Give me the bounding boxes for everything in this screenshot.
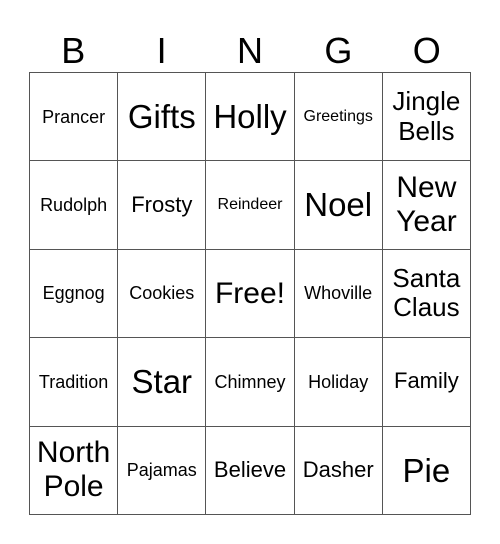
bingo-cell[interactable]: Dasher (294, 426, 383, 515)
cell-label: Jingle Bells (392, 86, 461, 146)
cell-label: North Pole (36, 436, 111, 504)
cell-label: Rudolph (40, 194, 108, 215)
bingo-cell[interactable]: Rudolph (30, 161, 119, 250)
cell-label: Pie (402, 451, 451, 489)
free-space-cell[interactable]: Free! (206, 249, 295, 339)
cell-label: Chimney (214, 371, 286, 392)
bingo-cell[interactable]: New Year (382, 161, 471, 250)
bingo-header: B I N G O (29, 30, 471, 72)
bingo-cell[interactable]: Reindeer (206, 161, 295, 250)
cell-label: Believe (213, 456, 287, 482)
bingo-cell[interactable]: Whoville (294, 249, 383, 339)
bingo-cell[interactable]: Jingle Bells (382, 73, 471, 162)
header-letter-o: O (412, 30, 441, 71)
bingo-cell[interactable]: Cookies (118, 249, 207, 339)
cell-label: Santa Claus (392, 263, 461, 323)
cell-label: Reindeer (217, 196, 283, 214)
cell-label: New Year (396, 171, 457, 239)
header-letter-b: B (61, 30, 86, 71)
bingo-cell[interactable]: Pajamas (118, 426, 207, 515)
bingo-cell[interactable]: Tradition (30, 338, 119, 427)
cell-label: Holly (213, 98, 287, 136)
bingo-cell[interactable]: Santa Claus (382, 249, 471, 339)
cell-label: Dasher (302, 456, 374, 482)
cell-label: Gifts (127, 98, 196, 136)
bingo-cell[interactable]: Star (118, 338, 207, 427)
cell-label: Pajamas (126, 460, 197, 481)
bingo-cell[interactable]: Greetings (294, 73, 383, 162)
cell-label: Free! (214, 276, 285, 310)
cell-label: Prancer (42, 106, 106, 127)
cell-label: Greetings (303, 107, 373, 125)
cell-label: Frosty (131, 191, 193, 217)
bingo-cell[interactable]: Holiday (294, 338, 383, 427)
bingo-cell[interactable]: Chimney (206, 338, 295, 427)
bingo-cell[interactable]: Holly (206, 73, 295, 162)
header-letter-g: G (324, 30, 353, 71)
bingo-cell[interactable]: Frosty (118, 161, 207, 250)
bingo-cell[interactable]: North Pole (30, 426, 119, 515)
bingo-cell[interactable]: Gifts (118, 73, 207, 162)
cell-label: Family (394, 368, 459, 394)
cell-label: Whoville (304, 283, 373, 304)
bingo-cell[interactable]: Family (382, 338, 471, 427)
cell-label: Noel (304, 186, 373, 224)
cell-label: Holiday (308, 371, 369, 392)
cell-label: Cookies (129, 283, 195, 304)
cell-label: Tradition (38, 371, 109, 392)
cell-label: Eggnog (42, 283, 105, 304)
bingo-cell[interactable]: Believe (206, 426, 295, 515)
bingo-cell[interactable]: Pie (382, 426, 471, 515)
cell-label: Star (131, 363, 193, 401)
bingo-cell[interactable]: Eggnog (30, 249, 119, 339)
header-letter-i: I (156, 30, 167, 71)
header-letter-n: N (236, 30, 263, 71)
bingo-board: Prancer Gifts Holly Greetings Jingle Bells Ru… (29, 72, 471, 515)
bingo-cell[interactable]: Noel (294, 161, 383, 250)
bingo-cell[interactable]: Prancer (30, 73, 119, 162)
